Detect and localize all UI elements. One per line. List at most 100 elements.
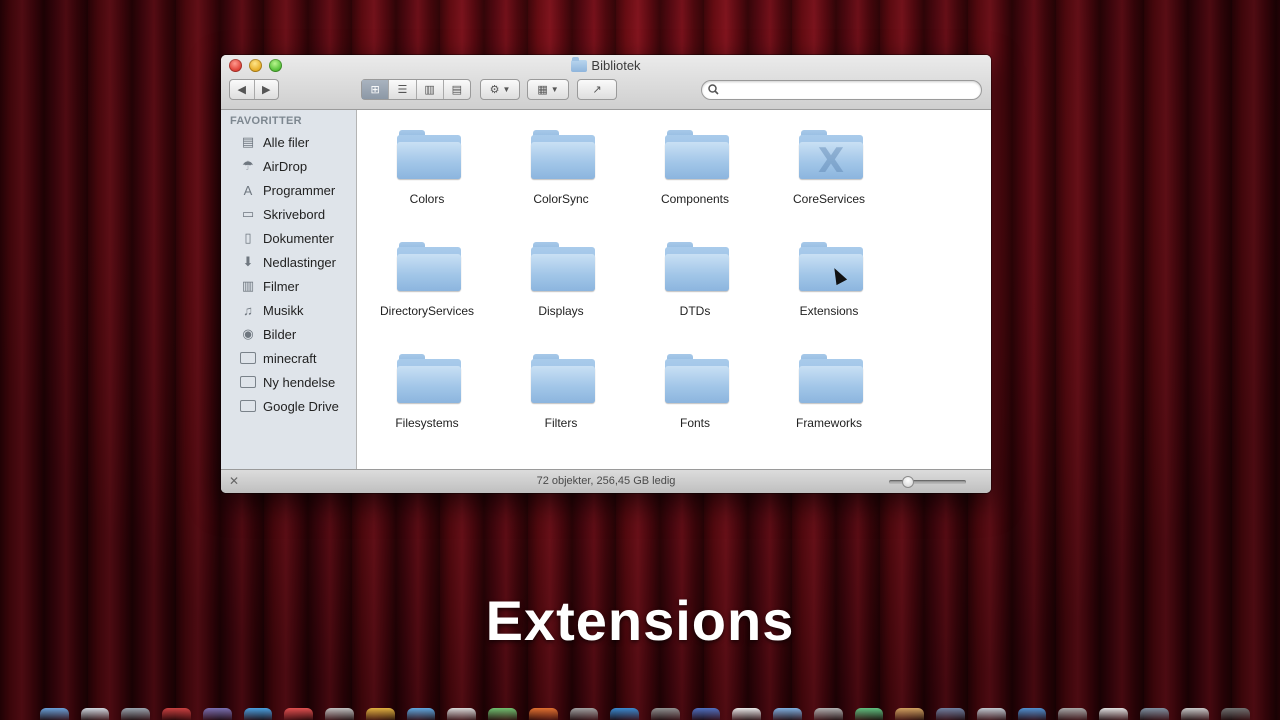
folder-components[interactable]: Components [628, 120, 762, 220]
folder-icon [397, 242, 461, 292]
icon-view[interactable]: Colors ColorSync Components X CoreServices Di… [357, 110, 991, 469]
sidebar-item-label: Programmer [263, 182, 336, 198]
folder-colors[interactable]: Colors [360, 120, 494, 220]
sidebar-item-label: AirDrop [263, 158, 308, 174]
dock-app-icon[interactable] [813, 708, 843, 720]
dock[interactable] [30, 708, 1251, 720]
dock-app-icon[interactable] [569, 708, 599, 720]
folder-label: Frameworks [795, 416, 862, 430]
dock-app-icon[interactable] [732, 708, 762, 720]
dock-app-icon[interactable] [936, 708, 965, 720]
icon-size-slider[interactable] [889, 476, 966, 488]
folder-colorsync[interactable]: ColorSync [494, 120, 628, 220]
dock-app-icon[interactable] [651, 708, 680, 720]
chevron-down-icon: ▼ [502, 85, 511, 94]
dock-app-icon[interactable] [610, 708, 640, 720]
folder-icon [665, 130, 729, 180]
folder-emblem [531, 142, 595, 179]
action-button[interactable]: ⚙ ▼ [480, 79, 520, 100]
view-mode-control[interactable]: ⊞ ☰ ▥ ▤ [361, 79, 471, 100]
dock-app-icon[interactable] [895, 708, 925, 720]
folder-emblem [531, 254, 595, 291]
dock-app-icon[interactable] [40, 708, 69, 720]
titlebar[interactable]: Bibliotek ◀ ▶ ⊞ ☰ ▥ ▤ ⚙ ▼ ▦ ▼ ↗ [221, 55, 991, 110]
dock-app-icon[interactable] [1058, 708, 1088, 720]
window-title-text: Bibliotek [591, 58, 641, 73]
folder-dtds[interactable]: DTDs [628, 232, 762, 332]
finder-window[interactable]: Bibliotek ◀ ▶ ⊞ ☰ ▥ ▤ ⚙ ▼ ▦ ▼ ↗ FAVORITT… [221, 55, 991, 493]
folder-fonts[interactable]: Fonts [628, 344, 762, 444]
dock-app-icon[interactable] [488, 708, 517, 720]
dock-app-icon[interactable] [1180, 708, 1210, 720]
sidebar-item-bilder[interactable]: ◉ Bilder [221, 323, 357, 345]
forward-button[interactable]: ▶ [255, 80, 279, 99]
sidebar-item-label: Alle filer [263, 134, 310, 150]
sidebar-item-dokumenter[interactable]: ▯ Dokumenter [221, 227, 357, 249]
search-input[interactable] [724, 83, 974, 97]
gear-icon: ⚙ [489, 84, 500, 96]
sidebar-icon: ◉ [242, 326, 254, 341]
sidebar-item-minecraft[interactable]: minecraft [221, 347, 357, 369]
dock-app-icon[interactable] [406, 708, 436, 720]
dock-app-icon[interactable] [365, 708, 395, 720]
dock-app-icon[interactable] [1017, 708, 1047, 720]
dock-app-icon[interactable] [854, 708, 884, 720]
sidebar-icon: ⬇ [242, 254, 254, 269]
folder-displays[interactable]: Displays [494, 232, 628, 332]
dock-app-icon[interactable] [1221, 708, 1251, 720]
sidebar-icon: ▤ [241, 134, 255, 149]
dock-app-icon[interactable] [284, 708, 314, 720]
folder-icon [239, 350, 257, 366]
dock-app-icon[interactable] [773, 708, 802, 720]
dock-app-icon[interactable] [528, 708, 558, 720]
folder-label: Filters [544, 416, 578, 430]
sidebar-item-filmer[interactable]: ▥ Filmer [221, 275, 357, 297]
coverflow-view-button[interactable]: ▤ [444, 80, 470, 99]
folder-emblem [397, 254, 461, 291]
folder-emblem [397, 366, 461, 403]
back-forward-control[interactable]: ◀ ▶ [229, 79, 279, 100]
dock-app-icon[interactable] [121, 708, 151, 720]
folder-icon [665, 354, 729, 404]
sidebar-item-google-drive[interactable]: Google Drive [221, 395, 357, 417]
dock-app-icon[interactable] [976, 708, 1006, 720]
share-button[interactable]: ↗ [577, 79, 617, 100]
dock-app-icon[interactable] [162, 708, 191, 720]
folder-filters[interactable]: Filters [494, 344, 628, 444]
dock-app-icon[interactable] [691, 708, 721, 720]
folder-label: Components [660, 192, 730, 206]
sidebar-icon: ♫ [243, 302, 253, 318]
dock-app-icon[interactable] [447, 708, 477, 720]
sidebar-item-programmer[interactable]: A Programmer [221, 179, 357, 201]
folder-filesystems[interactable]: Filesystems [360, 344, 494, 444]
sidebar-item-musikk[interactable]: ♫ Musikk [221, 299, 357, 321]
back-button[interactable]: ◀ [230, 80, 255, 99]
sidebar-item-nedlastinger[interactable]: ⬇ Nedlastinger [221, 251, 357, 273]
dock-app-icon[interactable] [80, 708, 110, 720]
folder-icon [239, 398, 257, 414]
folder-extensions[interactable]: Extensions [762, 232, 896, 332]
folder-coreservices[interactable]: X CoreServices [762, 120, 896, 220]
list-view-button[interactable]: ☰ [389, 80, 417, 99]
dock-app-icon[interactable] [1099, 708, 1128, 720]
dock-app-icon[interactable] [1139, 708, 1169, 720]
sidebar-item-alle-filer[interactable]: ▤ Alle filer [221, 131, 357, 153]
search-field[interactable] [701, 80, 982, 100]
sidebar-item-label: Ny hendelse [263, 374, 336, 390]
dock-app-icon[interactable] [202, 708, 232, 720]
folder-frameworks[interactable]: Frameworks [762, 344, 896, 444]
sidebar-item-skrivebord[interactable]: ▭ Skrivebord [221, 203, 357, 225]
dock-app-icon[interactable] [325, 708, 354, 720]
dock-app-icon[interactable] [243, 708, 273, 720]
chevron-down-icon: ▼ [550, 85, 559, 94]
sidebar-item-label: Nedlastinger [263, 254, 336, 270]
arrange-button[interactable]: ▦ ▼ [527, 79, 569, 100]
folder-emblem: X [817, 140, 845, 181]
folder-icon [571, 57, 588, 72]
sidebar-item-airdrop[interactable]: ☂ AirDrop [221, 155, 357, 177]
sidebar-item-label: Skrivebord [263, 206, 326, 222]
folder-directoryservices[interactable]: DirectoryServices [360, 232, 494, 332]
icon-view-button[interactable]: ⊞ [362, 80, 390, 99]
column-view-button[interactable]: ▥ [417, 80, 444, 99]
sidebar-item-ny-hendelse[interactable]: Ny hendelse [221, 371, 357, 393]
